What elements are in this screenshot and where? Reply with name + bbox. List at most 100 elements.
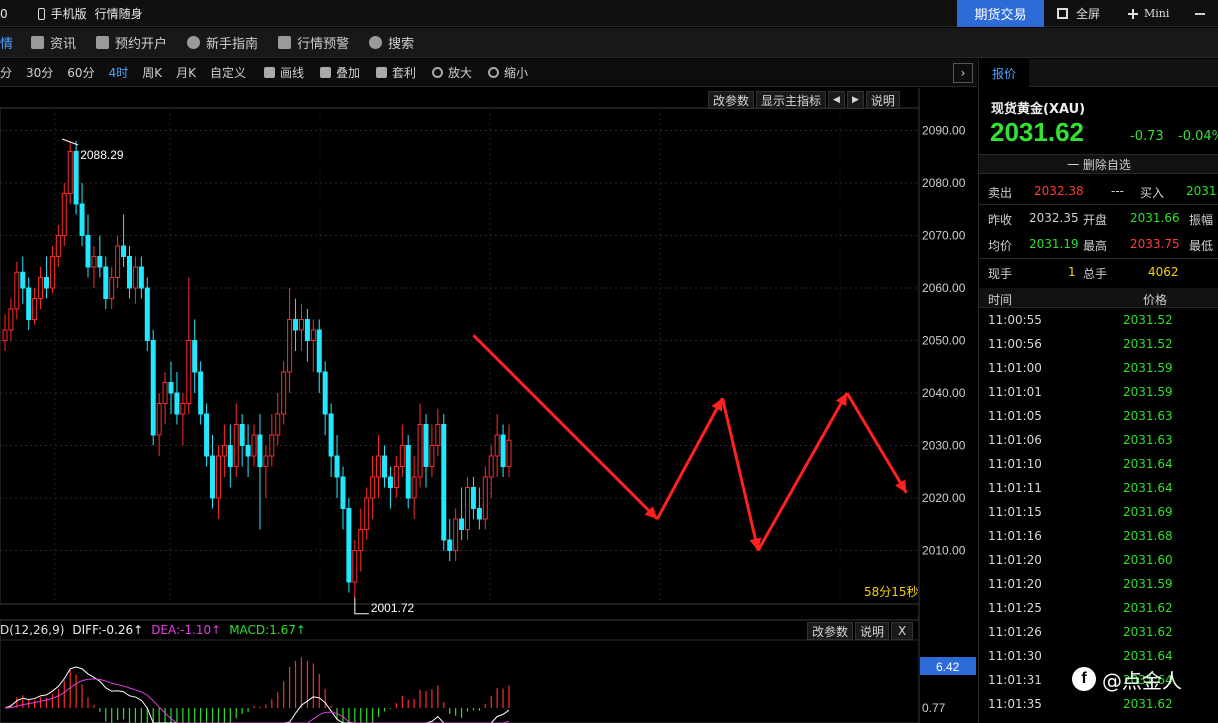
open-label: 开盘 xyxy=(1083,213,1108,227)
tool-button-3[interactable]: 放大 xyxy=(432,64,472,81)
candle-body xyxy=(227,445,233,467)
candle-body xyxy=(144,287,150,341)
candle-body xyxy=(192,340,198,373)
chart-help-button[interactable]: 说明 xyxy=(865,91,900,109)
tick-price: 2031.68 xyxy=(1123,529,1173,543)
candle-body xyxy=(328,413,334,457)
fullscreen-button[interactable]: 全屏 xyxy=(1057,0,1100,27)
macd-close-button[interactable]: X xyxy=(891,622,914,640)
tool-label: 叠加 xyxy=(336,66,361,80)
nav-item-0[interactable]: 资讯 xyxy=(31,33,76,52)
period-toolbar: 分 30分 60分 4时 周K 月K 自定义 画线 叠加 套利 放大 缩小 › xyxy=(0,59,977,87)
tick-row: 11:01:00 2031.59 xyxy=(979,357,1218,381)
tool-label: 放大 xyxy=(448,66,473,80)
nav-item-3[interactable]: 行情预警 xyxy=(278,33,349,52)
tick-price: 2031.64 xyxy=(1123,649,1173,663)
help-icon xyxy=(187,36,201,49)
candle-body xyxy=(476,508,482,520)
quote-panel: 报价 现货黄金(XAU) 2031.62 -0.73 -0.04% 一 删除自选… xyxy=(978,59,1218,723)
minimize-button[interactable] xyxy=(1195,0,1205,27)
tick-row: 11:01:16 2031.68 xyxy=(979,525,1218,549)
candle-body xyxy=(322,371,328,415)
market-follow-link[interactable]: 行情随身 xyxy=(95,5,143,22)
mini-button[interactable]: Mini xyxy=(1128,0,1169,27)
nav-item-2[interactable]: 新手指南 xyxy=(187,33,258,52)
scroll-right-button[interactable]: ▶ xyxy=(846,91,864,109)
period-tab-4[interactable]: 周K xyxy=(142,64,162,81)
candle-body xyxy=(506,439,512,467)
tick-time: 11:01:05 xyxy=(988,409,1042,423)
candle-body xyxy=(334,455,340,478)
candle-body xyxy=(204,413,210,457)
tick-row: 11:01:11 2031.64 xyxy=(979,477,1218,501)
news-icon xyxy=(31,36,45,49)
candle-body xyxy=(257,434,263,467)
candle-body xyxy=(275,413,281,436)
period-tab-0[interactable]: 分 xyxy=(0,64,12,81)
period-tab-6[interactable]: 自定义 xyxy=(210,64,246,81)
period-tab-3[interactable]: 4时 xyxy=(109,64,129,81)
prev-close-label: 昨收 xyxy=(988,213,1013,227)
tick-list-header: 时间 价格 xyxy=(979,288,1218,308)
macd-y-tick-label: 6.42 xyxy=(936,660,960,674)
tick-time: 11:01:35 xyxy=(988,697,1042,711)
tool-button-4[interactable]: 缩小 xyxy=(488,64,528,81)
candle-body xyxy=(168,382,174,394)
tool-button-2[interactable]: 套利 xyxy=(376,64,416,81)
mini-icon xyxy=(1128,8,1138,19)
countdown-label: 58分15秒 xyxy=(864,585,919,599)
edit-params-button[interactable]: 改参数 xyxy=(708,91,755,109)
divider xyxy=(979,204,1218,205)
nav-market-tab[interactable]: 情 xyxy=(0,33,13,52)
candle-body xyxy=(393,466,399,488)
tool-button-0[interactable]: 画线 xyxy=(263,64,304,81)
y-tick-label: 2030.00 xyxy=(922,439,966,453)
macd-help-button[interactable]: 说明 xyxy=(855,622,890,640)
nav-item-label: 行情预警 xyxy=(297,37,350,52)
tick-row: 11:01:06 2031.63 xyxy=(979,429,1218,453)
scroll-left-button[interactable]: ◀ xyxy=(828,91,845,109)
candle-body xyxy=(162,382,168,404)
money-bag-icon xyxy=(376,67,388,78)
sell-price: 2032.38 xyxy=(1034,184,1084,198)
candle-body xyxy=(352,550,358,583)
remove-watchlist-button[interactable]: 一 删除自选 xyxy=(979,154,1218,174)
tick-price: 2031.59 xyxy=(1123,577,1173,591)
collapse-panel-button[interactable]: › xyxy=(953,63,973,83)
watermark-text: @点金人 xyxy=(1102,668,1182,693)
avg-label: 均价 xyxy=(988,239,1013,253)
futures-trading-button[interactable]: 期货交易 xyxy=(957,0,1044,27)
fullscreen-label: 全屏 xyxy=(1076,7,1101,21)
high-label: 最高 xyxy=(1083,239,1108,253)
tick-price: 2031.62 xyxy=(1123,625,1173,639)
y-tick-label: 2050.00 xyxy=(922,334,966,348)
tab-quote[interactable]: 报价 xyxy=(979,59,1029,87)
candle-body xyxy=(138,266,144,289)
candle-body xyxy=(453,518,459,551)
macd-y-tick-label: 0.77 xyxy=(922,701,946,715)
prev-close-value: 2032.35 xyxy=(1029,211,1079,225)
candle-body xyxy=(429,445,435,467)
mobile-version-link[interactable]: 手机版 xyxy=(51,5,87,22)
pen-icon xyxy=(263,67,275,78)
candle-body xyxy=(55,235,61,257)
candle-body xyxy=(482,476,488,520)
tool-button-1[interactable]: 叠加 xyxy=(320,64,360,81)
nav-item-4[interactable]: 搜索 xyxy=(369,33,414,52)
candle-body xyxy=(251,434,257,457)
candle-body xyxy=(32,298,38,320)
show-main-indicator-button[interactable]: 显示主指标 xyxy=(756,91,827,109)
nav-item-1[interactable]: 预约开户 xyxy=(96,33,167,52)
y-tick-label: 2090.00 xyxy=(922,124,966,138)
buy-price: 2031.6 xyxy=(1186,184,1218,198)
candle-body xyxy=(73,151,79,205)
current-volume-label: 现手 xyxy=(988,267,1013,281)
period-tab-5[interactable]: 月K xyxy=(176,64,196,81)
period-tab-2[interactable]: 60分 xyxy=(67,64,94,81)
macd-params-button[interactable]: 改参数 xyxy=(807,622,854,640)
period-tab-1[interactable]: 30分 xyxy=(26,64,53,81)
candle-body xyxy=(435,424,441,446)
candle-body xyxy=(115,245,121,278)
tick-time: 11:01:20 xyxy=(988,553,1042,567)
search-icon xyxy=(369,36,383,49)
